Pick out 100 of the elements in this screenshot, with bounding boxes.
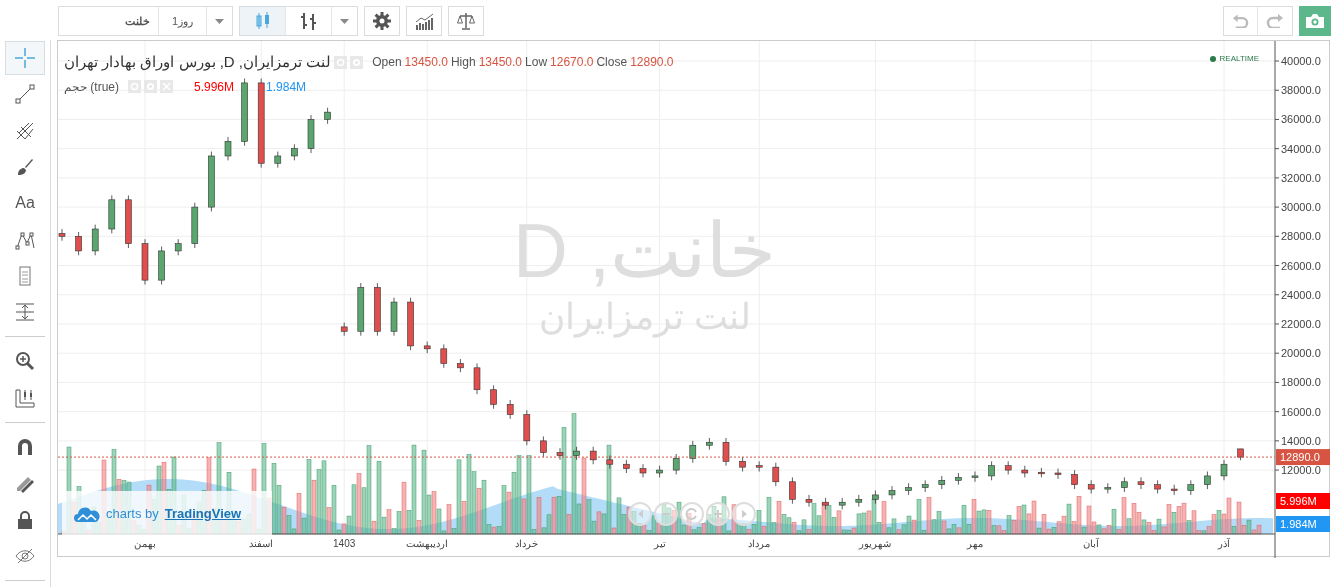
camera-icon bbox=[1306, 14, 1324, 28]
candle bbox=[1004, 460, 1012, 475]
candle bbox=[556, 447, 564, 461]
candle bbox=[1204, 471, 1211, 490]
candle bbox=[739, 456, 746, 472]
study-value: 5.996M bbox=[194, 78, 235, 96]
candle bbox=[855, 494, 863, 507]
price-axis-label: 20000.0 bbox=[1281, 347, 1321, 360]
candle bbox=[1137, 477, 1145, 490]
time-axis-label: تیر bbox=[653, 538, 666, 549]
candle bbox=[1121, 477, 1128, 493]
settings-icon bbox=[144, 80, 157, 93]
zoom-in-icon[interactable] bbox=[706, 502, 730, 526]
time-axis-label: آذر bbox=[1218, 538, 1230, 549]
price-axis-label: 16000.0 bbox=[1281, 405, 1321, 418]
candle bbox=[224, 136, 232, 161]
candle bbox=[523, 409, 531, 446]
candle bbox=[174, 238, 182, 256]
pattern-icon bbox=[15, 229, 35, 250]
snapshot-button[interactable] bbox=[1299, 6, 1331, 36]
candle bbox=[606, 455, 614, 469]
candle bbox=[988, 460, 995, 481]
ohlc-label: High bbox=[450, 54, 476, 72]
candle bbox=[440, 344, 448, 369]
candle bbox=[888, 485, 896, 500]
time-axis-label: شهریور bbox=[859, 538, 892, 549]
crosshair-tool[interactable] bbox=[5, 41, 45, 76]
candle bbox=[1087, 479, 1095, 494]
candle bbox=[390, 297, 398, 337]
status-label: REALTIME bbox=[1219, 53, 1259, 65]
candle bbox=[722, 437, 730, 467]
cloud-icon bbox=[74, 505, 100, 522]
candle bbox=[490, 384, 497, 410]
crosshair-icon bbox=[15, 48, 35, 69]
study-value: 1.984M bbox=[266, 78, 307, 96]
candle bbox=[1220, 459, 1228, 481]
time-axis-label: آبان bbox=[1083, 538, 1100, 549]
reset-icon[interactable] bbox=[680, 502, 704, 526]
candle bbox=[457, 358, 464, 373]
time-axis-label: اسفند bbox=[249, 538, 274, 549]
ruler-icon bbox=[15, 387, 35, 408]
time-axis-label: خرداد bbox=[515, 538, 539, 549]
ohlc-label: Low bbox=[525, 54, 548, 72]
price-label: 5.996M bbox=[1276, 493, 1330, 509]
price-axis-label: 14000.0 bbox=[1281, 434, 1321, 447]
candle bbox=[423, 341, 431, 354]
tradingview-link[interactable]: TradingView bbox=[164, 503, 242, 524]
brush-icon bbox=[15, 157, 35, 177]
price-axis-label: 30000.0 bbox=[1281, 201, 1321, 214]
caret-icon bbox=[340, 18, 349, 24]
price-axis-label: 22000.0 bbox=[1281, 318, 1321, 330]
text-tool[interactable]: Aa bbox=[5, 186, 45, 221]
price-label: 12890.0 bbox=[1276, 449, 1330, 466]
candle bbox=[506, 399, 514, 420]
candle bbox=[208, 151, 215, 212]
ohlc-label: Close bbox=[596, 54, 628, 72]
candle bbox=[125, 195, 132, 249]
candle bbox=[689, 440, 697, 464]
candle bbox=[1054, 468, 1062, 480]
candle bbox=[755, 460, 763, 472]
redo-icon bbox=[1266, 14, 1284, 28]
magnet-icon bbox=[15, 436, 35, 457]
candle bbox=[540, 436, 547, 458]
candle bbox=[1237, 448, 1244, 461]
scroll-right-icon[interactable] bbox=[732, 502, 756, 526]
scroll-left-icon[interactable] bbox=[628, 502, 652, 526]
candle bbox=[789, 477, 796, 505]
candle bbox=[872, 490, 879, 505]
price-axis-label: 18000.0 bbox=[1281, 376, 1321, 389]
ohlc-value: 13450.0 bbox=[478, 54, 523, 72]
price-axis-label: 26000.0 bbox=[1281, 259, 1321, 272]
candle bbox=[656, 465, 663, 478]
ohlc-label: Open bbox=[372, 54, 402, 72]
candle bbox=[639, 463, 647, 478]
candle bbox=[407, 297, 414, 351]
price-axis-label: 28000.0 bbox=[1281, 230, 1321, 243]
candle bbox=[158, 246, 165, 285]
price-axis-label: 24000.0 bbox=[1281, 288, 1321, 301]
line-icon bbox=[15, 84, 35, 105]
status-dot bbox=[1209, 56, 1216, 62]
candle bbox=[706, 437, 713, 451]
candle bbox=[191, 202, 199, 249]
candle bbox=[1071, 469, 1078, 490]
candle bbox=[374, 282, 381, 337]
candle bbox=[340, 322, 348, 337]
zoom-out-icon[interactable] bbox=[654, 502, 678, 526]
attribution-text: charts by bbox=[106, 504, 159, 523]
chart-bars-icon bbox=[415, 12, 433, 30]
candle bbox=[971, 471, 979, 483]
gear-icon bbox=[373, 12, 391, 30]
candle bbox=[1038, 467, 1045, 478]
time-axis-label: مهر bbox=[967, 538, 983, 549]
measure-icon bbox=[15, 302, 35, 323]
candle bbox=[324, 107, 331, 125]
candle bbox=[141, 238, 149, 285]
time-axis-label: مرداد bbox=[748, 538, 771, 549]
candle bbox=[573, 446, 580, 461]
candle bbox=[291, 143, 298, 161]
candle bbox=[58, 228, 66, 242]
candle bbox=[75, 231, 82, 256]
